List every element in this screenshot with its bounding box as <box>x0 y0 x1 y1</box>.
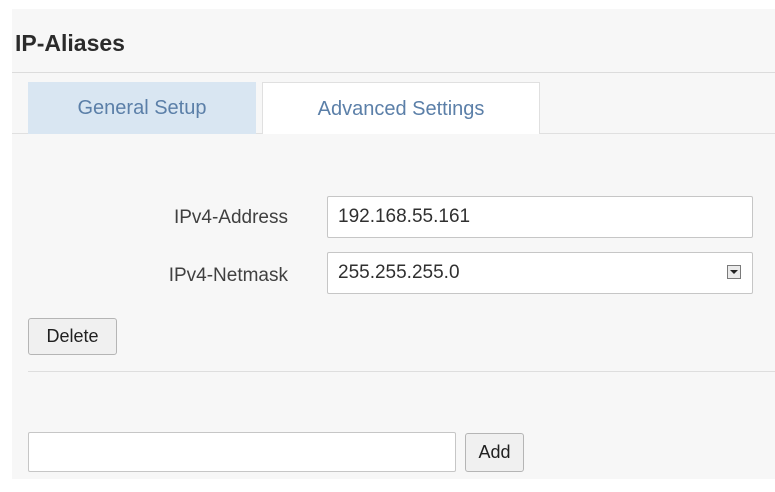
section-title: IP-Aliases <box>15 30 125 56</box>
ipv4-netmask-select[interactable]: 255.255.255.0 <box>327 252 753 294</box>
tab-advanced-settings[interactable]: Advanced Settings <box>262 82 540 134</box>
section-divider <box>28 371 775 372</box>
ipv4-netmask-value: 255.255.255.0 <box>338 262 460 283</box>
chevron-down-icon[interactable] <box>727 265 741 279</box>
new-alias-input[interactable] <box>28 432 456 472</box>
ipv4-netmask-label: IPv4-Netmask <box>168 265 288 286</box>
ipv4-address-input[interactable] <box>327 196 753 238</box>
add-button[interactable]: Add <box>465 433 524 472</box>
title-divider <box>12 72 775 73</box>
ip-aliases-panel <box>12 9 775 479</box>
ipv4-address-label: IPv4-Address <box>173 207 288 228</box>
tab-general-setup[interactable]: General Setup <box>28 82 256 134</box>
delete-button[interactable]: Delete <box>28 318 117 355</box>
